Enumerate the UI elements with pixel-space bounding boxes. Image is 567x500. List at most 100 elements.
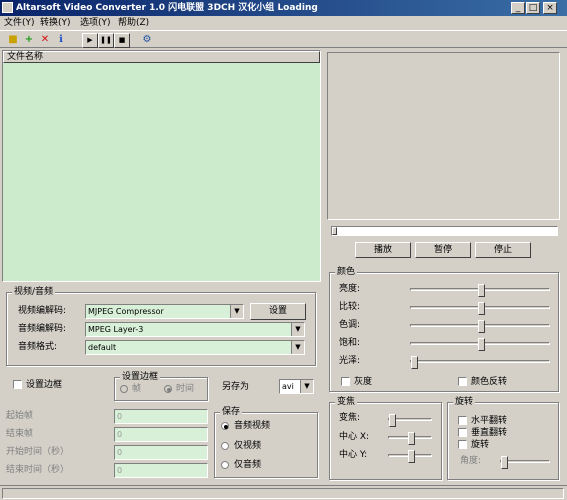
- video-preview: [327, 52, 560, 220]
- gloss-slider[interactable]: [410, 356, 550, 369]
- audio-format-label: 音频格式:: [18, 342, 58, 352]
- position-thumb[interactable]: [332, 227, 337, 235]
- video-codec-label: 视频编解码:: [18, 306, 67, 316]
- save-as-label: 另存为: [222, 382, 250, 392]
- audio-codec-label: 音频编解码:: [18, 324, 67, 334]
- invert-label: 颜色反转: [471, 377, 508, 387]
- start-frame-label: 起始帧: [6, 411, 34, 421]
- codec-settings-button[interactable]: 设置: [250, 303, 306, 320]
- center-y-label: 中心 Y:: [339, 450, 368, 460]
- menu-file[interactable]: 文件(Y): [4, 16, 35, 30]
- time-radio[interactable]: [164, 385, 172, 393]
- pause-icon[interactable]: ❚❚: [98, 33, 114, 48]
- maximize-button[interactable]: □: [526, 2, 540, 14]
- window-title: Altarsoft Video Converter 1.0 闪电联盟 3DCH …: [16, 3, 318, 13]
- chevron-down-icon[interactable]: ▼: [291, 323, 304, 336]
- save-group-label: 保存: [220, 407, 243, 417]
- chevron-down-icon[interactable]: ▼: [230, 305, 243, 318]
- position-slider[interactable]: [331, 226, 558, 236]
- saturation-slider[interactable]: [410, 338, 550, 351]
- grayscale-label: 灰度: [354, 377, 373, 387]
- contrast-thumb[interactable]: [478, 302, 485, 315]
- menu-help[interactable]: 帮助(Z): [118, 16, 149, 30]
- rotate-checkbox[interactable]: [458, 440, 467, 449]
- frame-radio-label: 帧: [132, 384, 142, 394]
- save-as-format-select[interactable]: avi ▼: [279, 379, 314, 394]
- contrast-label: 比较:: [339, 302, 361, 312]
- audio-format-select[interactable]: default ▼: [85, 340, 305, 355]
- frame-radio[interactable]: [120, 385, 128, 393]
- app-icon[interactable]: [2, 2, 13, 13]
- toolbar: ■ + ✕ ℹ ▶ ❚❚ ■ ⚙: [0, 30, 567, 48]
- save-as-format-value: avi: [282, 382, 294, 391]
- audio-codec-select[interactable]: MPEG Layer-3 ▼: [85, 322, 305, 337]
- stop-icon[interactable]: ■: [114, 33, 130, 48]
- delete-icon[interactable]: ✕: [38, 33, 52, 46]
- chevron-down-icon[interactable]: ▼: [291, 341, 304, 354]
- audio-video-radio[interactable]: [221, 422, 229, 430]
- rotate-label: 旋转: [471, 440, 490, 450]
- contrast-slider[interactable]: [410, 302, 550, 315]
- stop-button[interactable]: 停止: [475, 242, 531, 258]
- zoom-thumb[interactable]: [389, 414, 396, 427]
- angle-label: 角度:: [460, 456, 482, 466]
- gloss-thumb[interactable]: [411, 356, 418, 369]
- angle-thumb[interactable]: [501, 456, 508, 469]
- file-name-column: 文件名称: [7, 52, 44, 62]
- center-x-label: 中心 X:: [339, 432, 370, 442]
- start-time-input[interactable]: 0: [114, 445, 208, 460]
- start-time-label: 开始时间（秒）: [6, 447, 70, 457]
- file-list-header[interactable]: 文件名称: [3, 51, 320, 63]
- brightness-slider[interactable]: [410, 284, 550, 297]
- zoom-label: 变焦:: [339, 413, 361, 423]
- play-button[interactable]: 播放: [355, 242, 411, 258]
- video-only-radio[interactable]: [221, 442, 229, 450]
- saturation-label: 饱和:: [339, 338, 361, 348]
- title-bar: Altarsoft Video Converter 1.0 闪电联盟 3DCH …: [0, 0, 567, 16]
- add-icon[interactable]: +: [22, 33, 36, 46]
- time-radio-label: 时间: [176, 384, 195, 394]
- audio-codec-value: MPEG Layer-3: [88, 325, 144, 334]
- hflip-label: 水平翻转: [471, 416, 508, 426]
- center-x-slider[interactable]: [388, 432, 432, 445]
- hflip-checkbox[interactable]: [458, 416, 467, 425]
- menu-convert[interactable]: 转换(Y): [40, 16, 71, 30]
- center-y-slider[interactable]: [388, 450, 432, 463]
- brightness-thumb[interactable]: [478, 284, 485, 297]
- menu-bar: 文件(Y) 转换(Y) 选项(Y) 帮助(Z): [0, 16, 567, 30]
- end-time-input[interactable]: 0: [114, 463, 208, 478]
- start-frame-input[interactable]: 0: [114, 409, 208, 424]
- pause-button[interactable]: 暂停: [415, 242, 471, 258]
- video-codec-select[interactable]: MJPEG Compressor ▼: [85, 304, 244, 319]
- center-y-thumb[interactable]: [408, 450, 415, 463]
- file-list[interactable]: 文件名称: [2, 50, 321, 282]
- chevron-down-icon[interactable]: ▼: [300, 380, 313, 393]
- hue-slider[interactable]: [410, 320, 550, 333]
- zoom-slider[interactable]: [388, 414, 432, 427]
- invert-checkbox[interactable]: [458, 377, 467, 386]
- close-window-button[interactable]: ×: [543, 2, 557, 14]
- end-frame-label: 结束帧: [6, 429, 34, 439]
- status-panel: [2, 488, 564, 499]
- open-folder-icon[interactable]: ■: [6, 33, 20, 46]
- saturation-thumb[interactable]: [478, 338, 485, 351]
- zoom-group-label: 变焦: [335, 397, 358, 407]
- video-codec-value: MJPEG Compressor: [88, 307, 164, 316]
- audio-only-radio[interactable]: [221, 461, 229, 469]
- menu-options[interactable]: 选项(Y): [80, 16, 111, 30]
- settings-icon[interactable]: ⚙: [140, 33, 154, 46]
- end-frame-input[interactable]: 0: [114, 427, 208, 442]
- hue-thumb[interactable]: [478, 320, 485, 333]
- info-icon[interactable]: ℹ: [54, 33, 68, 46]
- audio-format-value: default: [88, 343, 117, 352]
- grayscale-checkbox[interactable]: [341, 377, 350, 386]
- status-bar: [0, 485, 567, 500]
- gloss-label: 光泽:: [339, 356, 361, 366]
- play-icon[interactable]: ▶: [82, 33, 98, 48]
- border-checkbox[interactable]: [13, 380, 22, 389]
- minimize-button[interactable]: _: [511, 2, 525, 14]
- angle-slider[interactable]: [500, 456, 550, 469]
- center-x-thumb[interactable]: [408, 432, 415, 445]
- vflip-checkbox[interactable]: [458, 428, 467, 437]
- vflip-label: 垂直翻转: [471, 428, 508, 438]
